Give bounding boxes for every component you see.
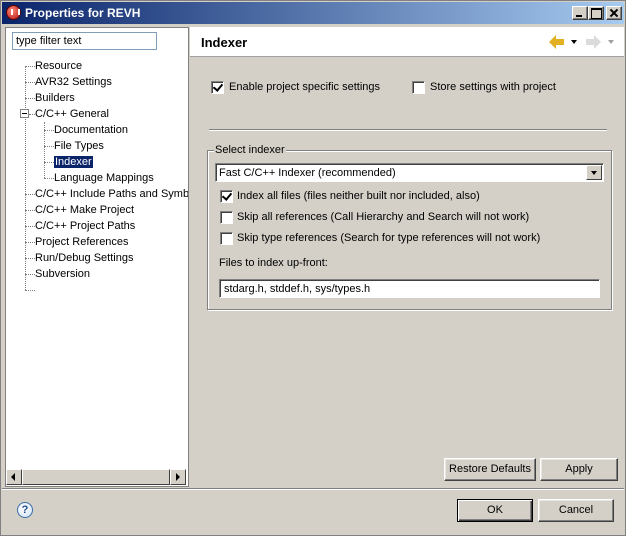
tree-line [25,210,35,211]
forward-dropdown-icon[interactable] [608,40,614,44]
filter-input[interactable] [12,32,157,50]
skip-type-references-checkbox[interactable] [220,232,233,245]
tree-item-builders[interactable]: Builders [35,90,75,106]
close-icon[interactable] [606,6,622,20]
help-icon[interactable]: ? [17,502,33,518]
separator [209,129,607,131]
tree-line [44,130,54,131]
tree-item-language-mappings[interactable]: Language Mappings [54,170,154,186]
store-settings-label: Store settings with project [430,81,556,93]
scroll-left-icon[interactable] [6,469,22,485]
tree-item-indexer[interactable]: Indexer [54,154,93,170]
skip-all-references-label: Skip all references (Call Hierarchy and … [237,211,530,223]
property-page: Indexer Enable project specific settings… [190,27,624,487]
minimize-icon[interactable] [572,6,588,20]
collapse-icon[interactable] [20,109,29,118]
tree-line [25,242,26,290]
tree-item-resource[interactable]: Resource [35,58,82,74]
tree-line [25,98,35,99]
index-all-files-label: Index all files (files neither built nor… [237,190,480,202]
tree-item-cpp-general[interactable]: C/C++ General [35,106,109,122]
tree-line [25,258,35,259]
chevron-down-icon[interactable] [586,165,602,180]
tree-item-avr32-settings[interactable]: AVR32 Settings [35,74,112,90]
tree-line [44,146,54,147]
window-title: Properties for REVH [25,6,141,20]
back-arrow-icon[interactable] [549,34,567,50]
tree-line [25,274,35,275]
horizontal-scrollbar[interactable] [6,469,186,485]
indexer-select-value: Fast C/C++ Indexer (recommended) [219,167,396,179]
page-content: Enable project specific settings Store s… [190,58,624,487]
enable-project-settings-label: Enable project specific settings [229,81,381,93]
index-all-files-checkbox[interactable] [220,190,233,203]
enable-project-settings-checkbox[interactable] [211,81,224,94]
tree-line [44,162,54,163]
skip-all-references-checkbox[interactable] [220,211,233,224]
property-tree: Resource AVR32 Settings Builders C/C++ G… [6,58,188,468]
app-icon [6,5,21,20]
store-settings-checkbox[interactable] [412,81,425,94]
scrollbar-thumb[interactable] [22,469,170,485]
tree-item-include-paths[interactable]: C/C++ Include Paths and Symb [35,186,188,202]
tree-line [25,194,35,195]
forward-arrow-icon[interactable] [586,34,604,50]
tree-item-documentation[interactable]: Documentation [54,122,128,138]
navigation-pane: Resource AVR32 Settings Builders C/C++ G… [5,27,189,487]
tree-item-make-project[interactable]: C/C++ Make Project [35,202,134,218]
back-dropdown-icon[interactable] [571,40,577,44]
files-to-index-input[interactable] [219,279,600,298]
tree-item-file-types[interactable]: File Types [54,138,104,154]
tree-item-run-debug-settings[interactable]: Run/Debug Settings [35,250,133,266]
cancel-button[interactable]: Cancel [538,499,614,522]
tree-line [25,66,35,67]
skip-type-references-label: Skip type references (Search for type re… [237,232,541,244]
bottom-separator [2,488,624,490]
tree-item-project-references[interactable]: Project References [35,234,129,250]
restore-defaults-button[interactable]: Restore Defaults [444,458,536,481]
maximize-icon[interactable] [588,6,604,20]
ok-button[interactable]: OK [457,499,533,522]
tree-line [25,226,35,227]
tree-line [25,66,26,242]
tree-line [25,290,35,291]
scroll-right-icon[interactable] [170,469,186,485]
tree-line [25,82,35,83]
tree-item-project-paths[interactable]: C/C++ Project Paths [35,218,135,234]
page-header: Indexer [190,27,624,57]
apply-button[interactable]: Apply [540,458,618,481]
tree-item-subversion[interactable]: Subversion [35,266,90,282]
indexer-group-label: Select indexer [214,144,286,156]
tree-line [25,242,35,243]
indexer-select[interactable]: Fast C/C++ Indexer (recommended) [215,163,604,182]
title-bar[interactable]: Properties for REVH [2,2,624,24]
page-title: Indexer [201,35,248,50]
files-to-index-label: Files to index up-front: [219,257,328,269]
properties-dialog: Properties for REVH Reso [0,0,626,536]
tree-line [44,178,54,179]
